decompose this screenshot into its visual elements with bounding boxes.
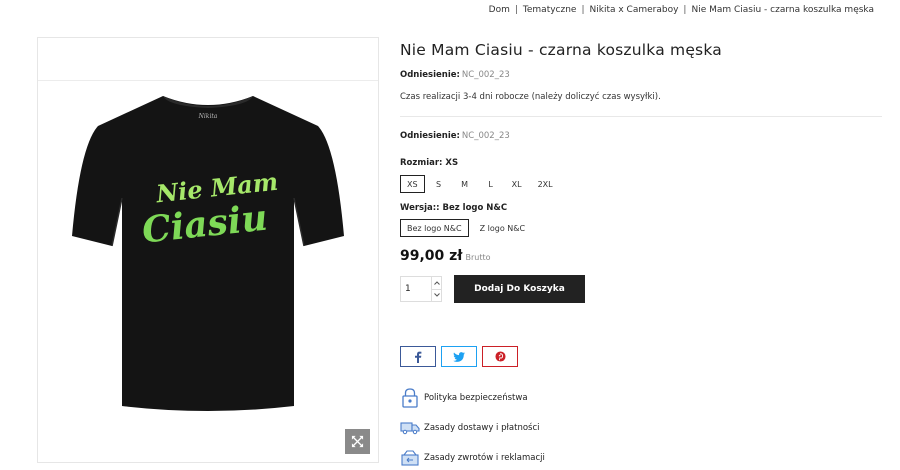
reference-label: Odniesienie: (400, 131, 460, 141)
size-selected-value: XS (445, 158, 459, 168)
chevron-up-icon (433, 281, 440, 285)
version-selector: Bez logo N&C Z logo N&C (400, 219, 536, 237)
product-image[interactable]: Nikita Nie Mam Ciasiu (68, 86, 348, 416)
lead-time-text: Czas realizacji 3-4 dni robocze (należy … (400, 92, 661, 102)
breadcrumb-separator: | (514, 5, 518, 15)
product-price: 99,00 zł (400, 248, 463, 264)
breadcrumb-current: Nie Mam Ciasiu - czarna koszulka męska (691, 5, 874, 15)
size-label-text: Rozmiar: (400, 158, 443, 168)
size-option-xl[interactable]: XL (505, 175, 529, 193)
image-panel-divider (38, 80, 378, 81)
quantity-input[interactable] (401, 277, 431, 301)
reassurance-text: Polityka bezpieczeństwa (424, 393, 528, 403)
quantity-stepper (400, 276, 442, 302)
share-twitter-button[interactable] (441, 346, 477, 367)
breadcrumb: Dom | Tematyczne | Nikita x Cameraboy | Nie Ma… (489, 5, 874, 15)
share-pinterest-button[interactable] (482, 346, 518, 367)
price-row: 99,00 zł Brutto (400, 245, 491, 264)
return-icon (400, 448, 420, 468)
reference-value: NC_002_23 (461, 131, 510, 141)
reassurance-text: Zasady dostawy i płatności (424, 423, 540, 433)
breadcrumb-separator: | (581, 5, 585, 15)
reassurance-item-shipping[interactable]: Zasady dostawy i płatności (400, 418, 540, 438)
size-label: Rozmiar: XS (400, 158, 458, 168)
reference-label: Odniesienie: (400, 70, 460, 80)
breadcrumb-separator: | (683, 5, 687, 15)
size-selector: XS S M L XL 2XL (400, 175, 562, 193)
tax-label: Brutto (465, 253, 491, 262)
size-option-m[interactable]: M (453, 175, 477, 193)
pinterest-icon (494, 351, 506, 362)
quantity-decrease-button[interactable] (432, 288, 441, 302)
social-share (400, 346, 523, 367)
lock-icon (400, 388, 420, 408)
product-reference: Odniesienie: NC_002_23 (400, 70, 510, 80)
chevron-down-icon (433, 293, 440, 297)
version-selected-value: Bez logo N&C (442, 203, 508, 213)
share-facebook-button[interactable] (400, 346, 436, 367)
version-option-without-logo[interactable]: Bez logo N&C (400, 219, 469, 237)
size-option-s[interactable]: S (427, 175, 451, 193)
reassurance-item-returns[interactable]: Zasady zwrotów i reklamacji (400, 448, 545, 468)
twitter-icon (453, 351, 465, 362)
breadcrumb-home-link[interactable]: Dom (489, 5, 510, 15)
add-to-cart-button[interactable]: Dodaj Do Koszyka (454, 275, 585, 303)
facebook-icon (415, 351, 422, 363)
product-title: Nie Mam Ciasiu - czarna koszulka męska (400, 41, 722, 59)
size-option-2xl[interactable]: 2XL (531, 175, 560, 193)
version-label-text: Wersja:: (400, 203, 440, 213)
product-image-panel: Nikita Nie Mam Ciasiu (37, 37, 379, 463)
size-option-xs[interactable]: XS (400, 175, 425, 193)
quantity-steps (431, 277, 441, 301)
size-option-l[interactable]: L (479, 175, 503, 193)
truck-icon (400, 418, 420, 438)
expand-icon[interactable] (345, 429, 370, 454)
reassurance-item-security[interactable]: Polityka bezpieczeństwa (400, 388, 528, 408)
divider (400, 116, 882, 117)
breadcrumb-collection-link[interactable]: Nikita x Cameraboy (590, 5, 679, 15)
breadcrumb-category-link[interactable]: Tematyczne (523, 5, 577, 15)
svg-text:Nikita: Nikita (198, 113, 218, 120)
quantity-increase-button[interactable] (432, 277, 441, 289)
version-label: Wersja:: Bez logo N&C (400, 203, 507, 213)
reassurance-text: Zasady zwrotów i reklamacji (424, 453, 545, 463)
version-option-with-logo[interactable]: Z logo N&C (473, 219, 532, 237)
product-reference-secondary: Odniesienie: NC_002_23 (400, 131, 510, 141)
reference-value: NC_002_23 (461, 70, 510, 80)
